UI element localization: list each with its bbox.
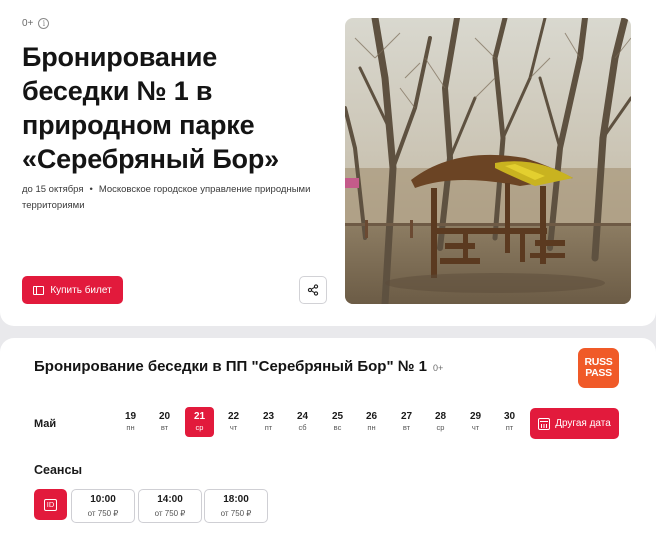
day-weekday: ср — [436, 423, 445, 432]
buy-ticket-label: Купить билет — [50, 284, 112, 296]
session-slot[interactable]: 14:00 от 750 ₽ — [138, 489, 202, 523]
date-item[interactable]: 28 ср — [426, 407, 455, 437]
share-icon — [307, 284, 319, 296]
date-item[interactable]: 29 чт — [461, 407, 490, 437]
session-time: 10:00 — [90, 494, 116, 505]
month-label: Май — [34, 418, 57, 430]
ticket-icon — [33, 285, 45, 295]
session-slot[interactable]: 18:00 от 750 ₽ — [204, 489, 268, 523]
date-item[interactable]: 23 пт — [254, 407, 283, 437]
date-item[interactable]: 27 вт — [392, 407, 421, 437]
other-date-button[interactable]: Другая дата — [530, 408, 619, 439]
session-time: 14:00 — [157, 494, 183, 505]
session-price: от 750 ₽ — [154, 509, 186, 518]
day-weekday: вт — [160, 423, 169, 432]
date-item-selected[interactable]: 21 ср — [185, 407, 214, 437]
event-meta: до 15 октября • Московское городское управ… — [22, 182, 332, 214]
day-weekday: пн — [126, 423, 135, 432]
date-item[interactable]: 19 пн — [116, 407, 145, 437]
day-number: 25 — [331, 411, 344, 422]
event-date-range: до 15 октября — [22, 184, 84, 195]
date-item[interactable]: 26 пн — [357, 407, 386, 437]
meta-separator: • — [89, 184, 93, 195]
age-rating: 0+ — [22, 18, 34, 29]
day-number: 24 — [296, 411, 309, 422]
sessions-title: Сеансы — [34, 463, 83, 477]
id-filter-button[interactable]: ID — [34, 489, 67, 520]
day-number: 21 — [193, 411, 206, 422]
day-number: 28 — [434, 411, 447, 422]
event-card: 0+ i Бронирование беседки № 1 в природно… — [0, 0, 656, 326]
russpass-logo[interactable]: RUSS PASS — [578, 348, 619, 388]
day-weekday: пт — [264, 423, 273, 432]
day-number: 26 — [365, 411, 378, 422]
booking-title: Бронирование беседки в ПП "Серебряный Бо… — [34, 358, 427, 375]
session-slot[interactable]: 10:00 от 750 ₽ — [71, 489, 135, 523]
info-icon[interactable]: i — [38, 18, 50, 29]
day-weekday: вт — [402, 423, 411, 432]
day-weekday: чт — [229, 423, 238, 432]
day-number: 27 — [400, 411, 413, 422]
session-price: от 750 ₽ — [220, 509, 252, 518]
date-item[interactable]: 22 чт — [219, 407, 248, 437]
day-number: 19 — [124, 411, 137, 422]
day-weekday: ср — [195, 423, 204, 432]
event-photo — [345, 18, 631, 304]
session-price: от 750 ₽ — [87, 509, 119, 518]
day-number: 22 — [227, 411, 240, 422]
day-weekday: сб — [298, 423, 307, 432]
session-time: 18:00 — [223, 494, 249, 505]
buy-ticket-button[interactable]: Купить билет — [22, 276, 123, 304]
date-item[interactable]: 25 вс — [323, 407, 352, 437]
age-rating-row: 0+ i — [22, 18, 50, 29]
date-item[interactable]: 24 сб — [288, 407, 317, 437]
calendar-icon — [538, 417, 551, 430]
day-number: 20 — [158, 411, 171, 422]
date-item[interactable]: 20 вт — [150, 407, 179, 437]
day-weekday: чт — [471, 423, 480, 432]
date-item[interactable]: 30 пт — [495, 407, 524, 437]
day-number: 29 — [469, 411, 482, 422]
booking-age-rating: 0+ — [433, 363, 444, 373]
share-button[interactable] — [299, 276, 327, 304]
event-title: Бронирование беседки № 1 в природном пар… — [22, 42, 279, 174]
day-weekday: вс — [333, 423, 342, 432]
id-card-icon: ID — [43, 498, 58, 511]
other-date-label: Другая дата — [555, 418, 611, 429]
booking-card: Бронирование беседки в ПП "Серебряный Бо… — [0, 338, 656, 541]
day-weekday: пт — [505, 423, 514, 432]
day-weekday: пн — [367, 423, 376, 432]
day-number: 23 — [262, 411, 275, 422]
russpass-logo-line2: PASS — [585, 367, 612, 379]
day-number: 30 — [503, 411, 516, 422]
